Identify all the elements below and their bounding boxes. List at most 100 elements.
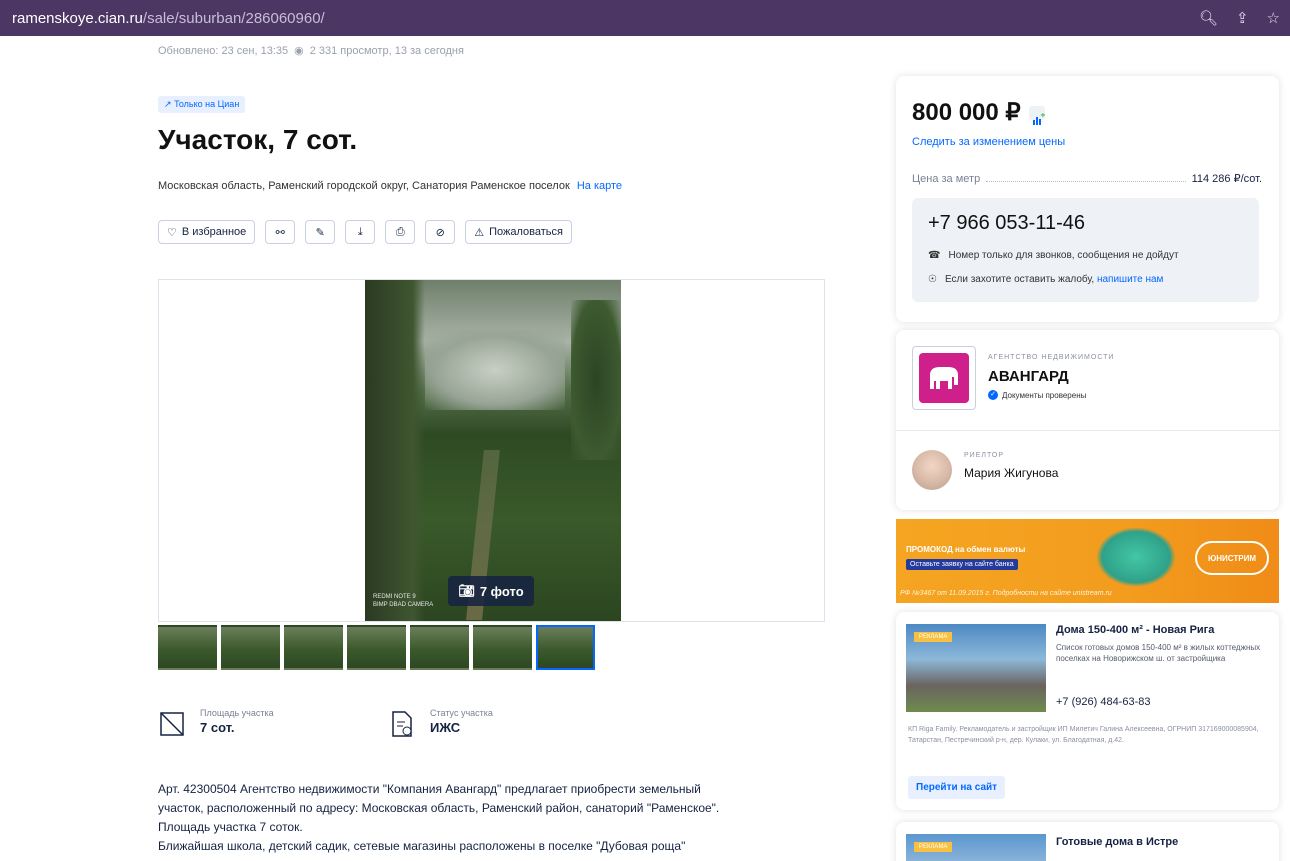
actions-bar: ♡ В избранное ⚯ ✎ ⤓ ⎙ ⊘ ⚠ Пожаловаться [158, 220, 572, 244]
photo-gallery[interactable]: REDMI NOTE 9 BIMP DBAD CAMERA 📷︎ 7 фото [158, 279, 825, 622]
area-icon [158, 708, 186, 740]
printer-icon: ⎙ [395, 225, 405, 238]
print-button[interactable]: ⎙ [385, 220, 416, 244]
download-button[interactable]: ⤓ [345, 220, 376, 244]
realtor-role: РИЕЛТОР [964, 452, 1005, 459]
address-text: Московская область, Раменский городской … [158, 180, 570, 192]
thumbnail[interactable] [284, 625, 343, 670]
zoom-icon[interactable]: 🔍︎ [1199, 9, 1218, 27]
ad2-image[interactable]: РЕКЛАМА [906, 834, 1046, 861]
ad-tag: РЕКЛАМА [914, 632, 953, 642]
favorite-label: В избранное [181, 226, 247, 238]
ad2-tag: РЕКЛАМА [914, 842, 953, 852]
price-per-meter: Цена за метр 114 286 ₽/сот. [912, 172, 1262, 185]
report-button[interactable]: ⚠ Пожаловаться [465, 220, 572, 244]
share-nodes-icon: ⚯ [275, 226, 285, 239]
url-bar-icons: 🔍︎ ⇪ ☆ [1199, 0, 1280, 36]
ad-card: РЕКЛАМА Дома 150-400 м² - Новая Рига Спи… [896, 612, 1279, 810]
arrow-up-icon: ↗ [164, 99, 172, 109]
thumbnail-strip [158, 625, 595, 670]
camera-icon: 📷︎ [458, 583, 475, 598]
calls-only-note: ☎ Номер только для звонков, сообщения не… [928, 250, 1179, 261]
spec-area: Площадь участка 7 сот. [158, 708, 274, 740]
heart-icon: ♡ [167, 226, 177, 239]
share-icon[interactable]: ⇪ [1236, 9, 1249, 27]
report-label: Пожаловаться [489, 226, 563, 238]
agency-logo[interactable] [912, 346, 976, 410]
spec-area-label: Площадь участка [200, 708, 274, 718]
favorite-button[interactable]: ♡ В избранное [158, 220, 256, 244]
thumbnail[interactable] [221, 625, 280, 670]
spec-status: Статус участка ИЖС [388, 708, 493, 740]
price: 800 000 ₽ + [912, 98, 1046, 127]
write-us-link[interactable]: напишите нам [1097, 274, 1163, 285]
download-icon: ⤓ [357, 225, 363, 238]
divider [896, 430, 1279, 431]
note-button[interactable]: ✎ [305, 220, 336, 244]
docs-verified: ✓ Документы проверены [988, 390, 1086, 400]
promo-banner[interactable]: ПРОМОКОД на обмен валюты Оставьте заявку… [896, 519, 1279, 603]
go-to-site-button[interactable]: Перейти на сайт [908, 776, 1006, 799]
ad-phone[interactable]: +7 (926) 484-63-83 [1056, 696, 1150, 708]
ad-card-2: РЕКЛАМА Готовые дома в Истре [896, 822, 1279, 861]
share-button[interactable]: ⚯ [265, 220, 296, 244]
map-link[interactable]: На карте [577, 180, 622, 192]
verified-check-icon: ✓ [988, 390, 998, 400]
ad2-title[interactable]: Готовые дома в Истре [1056, 836, 1178, 848]
hide-eye-icon: ⊘ [435, 226, 445, 239]
thumbnail-active[interactable] [536, 625, 595, 670]
price-history-icon[interactable]: + [1028, 105, 1046, 125]
price-card: 800 000 ₽ + Следить за изменением цены Ц… [896, 76, 1279, 322]
complaint-note: ☉ Если захотите оставить жалобу, напишит… [928, 274, 1163, 285]
phone-icon: ☎ [928, 250, 941, 261]
realtor-name[interactable]: Мария Жигунова [964, 466, 1058, 480]
photos-count-label: 7 фото [479, 583, 524, 599]
promo-legal: РФ №3467 от 11.09.2015 г. Подробности на… [900, 590, 1112, 597]
description-line: Площадь участка 7 соток. [158, 820, 303, 834]
follow-price-link[interactable]: Следить за изменением цены [912, 136, 1065, 148]
document-icon [388, 708, 416, 740]
spec-status-value: ИЖС [430, 720, 461, 735]
phone-box: +7 966 053-11-46 ☎ Номер только для звон… [912, 198, 1259, 302]
description: Арт. 42300504 Агентство недвижимости "Ко… [158, 780, 818, 856]
listing-meta: Обновлено: 23 сен, 13:35 ◉ 2 331 просмот… [158, 44, 464, 58]
price-value: 800 000 ₽ [912, 99, 1021, 126]
docs-verified-label: Документы проверены [1002, 390, 1087, 400]
url-host: ramenskoye.cian.ru [12, 9, 143, 27]
hide-button[interactable]: ⊘ [425, 220, 456, 244]
badge-label: Только на Циан [174, 99, 240, 109]
realtor-avatar[interactable] [912, 450, 952, 490]
headset-icon: ☉ [928, 274, 937, 285]
main-photo[interactable]: REDMI NOTE 9 BIMP DBAD CAMERA [365, 280, 621, 621]
browser-url-bar[interactable]: ramenskoye.cian.ru/sale/suburban/2860609… [0, 0, 1290, 36]
photo-watermark: REDMI NOTE 9 BIMP DBAD CAMERA [373, 594, 434, 608]
ad-image[interactable]: РЕКЛАМА [906, 624, 1046, 712]
updated-time: Обновлено: 23 сен, 13:35 [158, 44, 289, 57]
page-title: Участок, 7 сот. [158, 124, 358, 155]
description-line: Арт. 42300504 Агентство недвижимости "Ко… [158, 782, 701, 796]
bookmark-star-icon[interactable]: ☆ [1267, 9, 1280, 27]
url-text[interactable]: ramenskoye.cian.ru/sale/suburban/2860609… [12, 10, 325, 27]
promo-subtitle: Оставьте заявку на сайте банка [906, 559, 1018, 570]
warning-icon: ⚠ [474, 226, 485, 239]
thumbnail[interactable] [347, 625, 406, 670]
ad-title[interactable]: Дома 150-400 м² - Новая Рига [1056, 624, 1214, 636]
url-path: /sale/suburban/286060960/ [142, 9, 325, 27]
exclusive-badge: ↗ Только на Циан [158, 96, 246, 113]
bank-logo: ЮНИСТРИМ [1195, 541, 1269, 575]
thumbnail[interactable] [158, 625, 217, 670]
per-meter-label: Цена за метр [912, 173, 981, 185]
photos-count-button[interactable]: 📷︎ 7 фото [448, 576, 534, 606]
ad-legal: КП Riga Family. Рекламодатель и застройщ… [908, 726, 1259, 744]
agent-card: АГЕНТСТВО НЕДВИЖИМОСТИ АВАНГАРД ✓ Докуме… [896, 330, 1279, 510]
views-count: 2 331 просмотр, 13 за сегодня [309, 44, 464, 57]
phone-number[interactable]: +7 966 053-11-46 [928, 212, 1085, 235]
complaint-text: Если захотите оставить жалобу, [944, 274, 1095, 285]
agent-name[interactable]: АВАНГАРД [988, 368, 1069, 385]
thumbnail[interactable] [473, 625, 532, 670]
ad-text: Список готовых домов 150-400 м² в жилых … [1056, 643, 1261, 663]
per-meter-value: 114 286 ₽/сот. [1191, 173, 1262, 185]
thumbnail[interactable] [410, 625, 469, 670]
svg-text:+: + [1040, 113, 1045, 119]
elephant-logo-icon [919, 353, 969, 403]
